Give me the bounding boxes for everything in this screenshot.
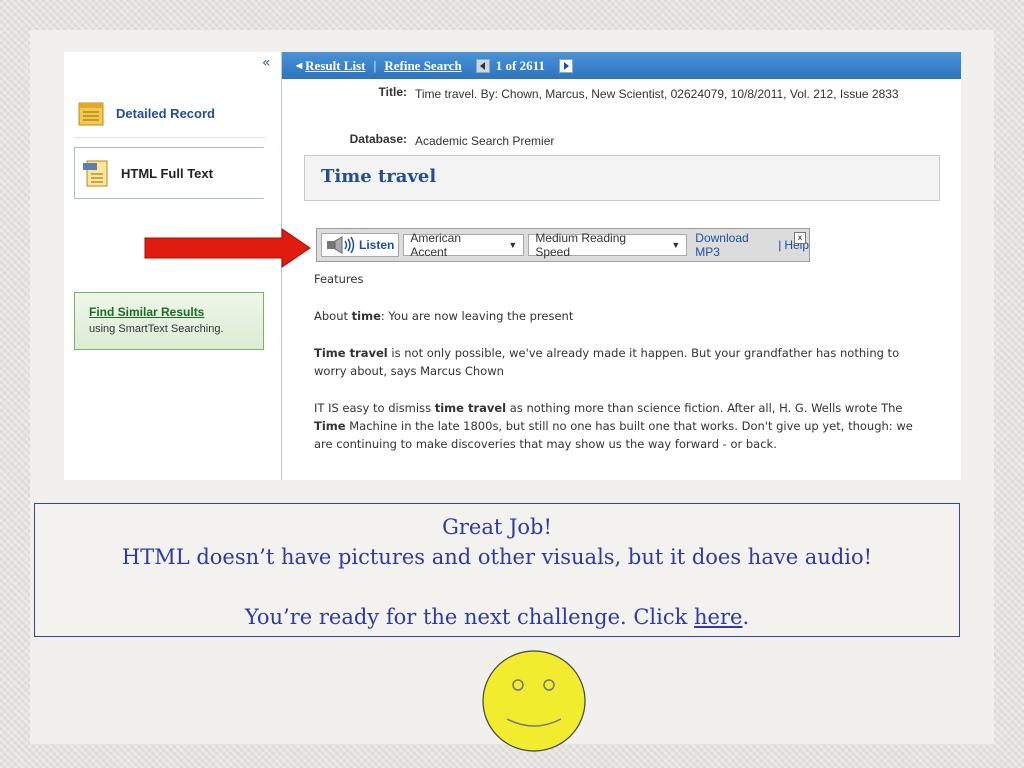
smiley-icon [482,650,586,752]
result-list-link[interactable]: Result List [305,58,365,74]
message-audio-note: HTML doesn’t have pictures and other vis… [121,545,873,569]
paragraph-intro: Time travel is not only possible, we've … [314,344,932,380]
paragraph-body: IT IS easy to dismiss time travel as not… [314,399,932,453]
result-position: 1 of 2611 [495,57,545,73]
speed-select[interactable]: Medium Reading Speed ▼ [528,231,688,259]
article-title: Time travel [304,155,940,201]
collapse-icon[interactable]: « [262,55,271,71]
detailed-record-icon [76,98,106,128]
download-mp3-link[interactable]: Download MP3 [695,231,775,259]
dropdown-caret-icon: ▼ [508,240,518,250]
paragraph-about: About time: You are now leaving the pres… [314,307,932,325]
text-run-bold: time travel [434,401,507,415]
result-toolbar: ◀ Result List | Refine Search 1 of 2611 [282,52,961,79]
here-link[interactable]: here [694,605,742,629]
prev-result-button[interactable] [475,58,490,73]
text-run: . [742,605,750,629]
main-pane: ◀ Result List | Refine Search 1 of 2611 … [282,52,961,480]
section-label: Features [314,272,364,286]
text-run: Machine in the late 1800s, but still no … [314,419,913,451]
text-to-speech-toolbar: Listen American Accent ▼ Medium Reading … [316,228,810,262]
message-box: Great Job! HTML doesn’t have pictures an… [34,503,960,637]
listen-label: Listen [359,238,395,252]
message-heading: Great Job! [442,515,552,539]
html-full-text-label: HTML Full Text [121,165,213,181]
sidebar-item-detailed-record[interactable]: Detailed Record [76,98,215,128]
refine-search-link[interactable]: Refine Search [384,58,461,74]
text-run-bold: Time [314,419,346,433]
text-run: : You are now leaving the present [380,309,574,323]
database-label: Database: [349,132,407,146]
text-run: IT IS easy to dismiss [314,401,435,415]
listen-button[interactable]: Listen [321,233,400,257]
text-run: as nothing more than science fiction. Af… [506,401,903,415]
database-value: Academic Search Premier [415,134,555,148]
text-run-bold: time [351,309,381,323]
dropdown-caret-icon: ▼ [671,240,681,250]
html-doc-icon [81,158,111,188]
detailed-record-label: Detailed Record [116,105,215,121]
title-row: Title: Time travel. By: Chown, Marcus, N… [282,85,905,103]
text-run: is not only possible, we've already made… [314,346,900,378]
close-toolbar-button[interactable]: x [794,232,806,244]
prev-arrow-icon: ◀ [296,61,303,70]
toolbar-separator: | [373,57,377,73]
title-label: Title: [378,85,407,99]
find-similar-subtext: using SmartText Searching. [89,323,224,335]
find-similar-box: Find Similar Results using SmartText Sea… [74,292,264,350]
find-similar-link[interactable]: Find Similar Results [89,305,263,319]
text-run-bold: Time travel [314,346,388,360]
next-result-button[interactable] [558,58,573,73]
accent-select[interactable]: American Accent ▼ [403,231,525,259]
title-value: Time travel. By: Chown, Marcus, New Scie… [415,87,899,101]
speaker-icon [327,236,355,254]
red-arrow-icon [144,228,311,268]
sidebar-item-html-full-text[interactable]: HTML Full Text [74,147,264,199]
text-run: About [314,309,352,323]
database-row: Database: Academic Search Premier [282,132,905,150]
accent-value: American Accent [410,231,462,259]
sidebar-divider [74,137,266,138]
message-next-challenge: You’re ready for the next challenge. Cli… [35,602,959,632]
speed-value: Medium Reading Speed [535,231,627,259]
text-run: You’re ready for the next challenge. Cli… [244,605,695,629]
link-separator: | [778,238,782,252]
